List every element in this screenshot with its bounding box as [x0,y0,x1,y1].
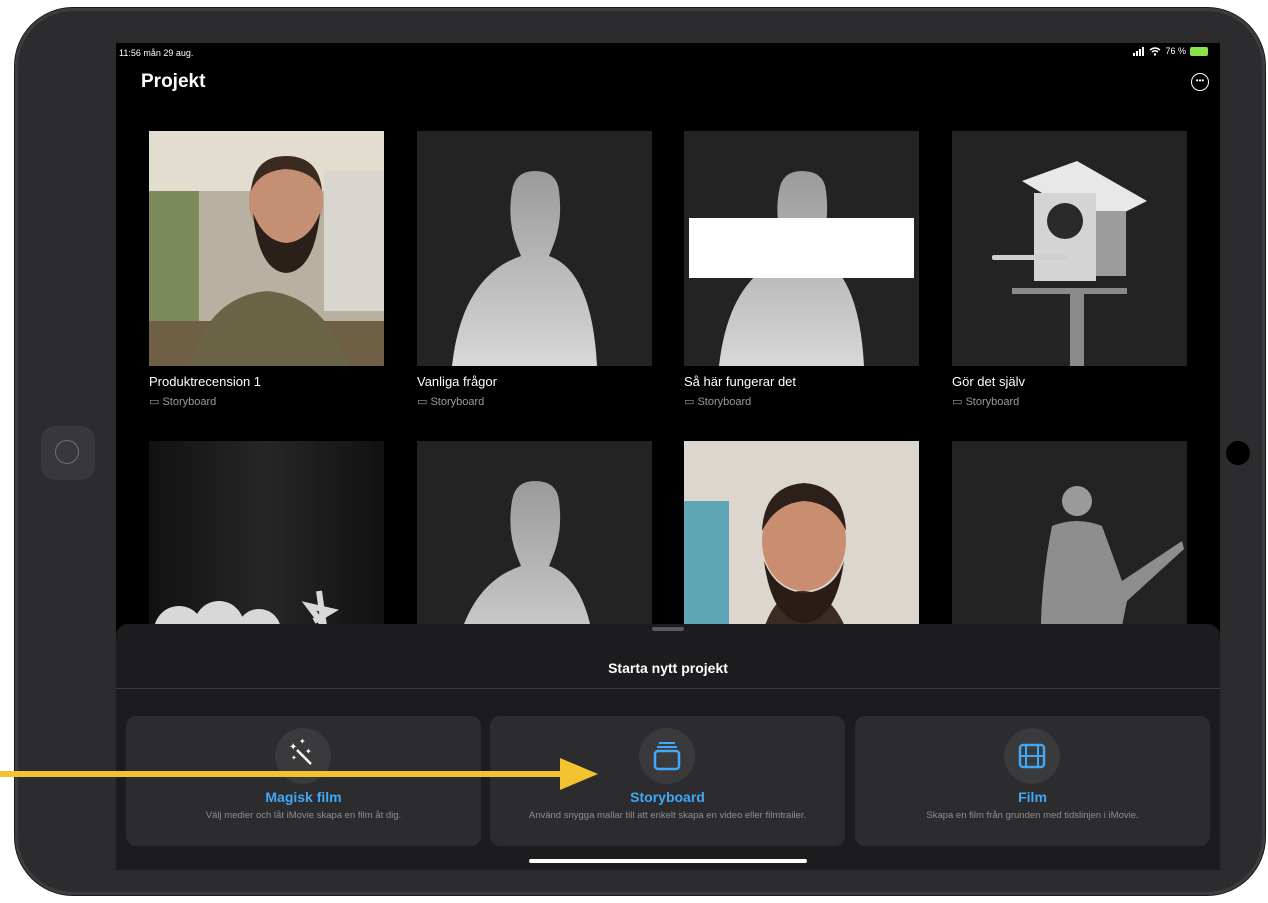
wifi-icon [1150,46,1161,56]
option-description: Välj medier och låt iMovie skapa en film… [205,810,402,821]
project-type: ▭ Storyboard [684,396,752,408]
project-type-label: Storyboard [162,396,217,408]
divider [116,688,1220,689]
home-indicator[interactable] [529,859,807,863]
sheet-title: Starta nytt projekt [608,660,728,676]
status-time: 11:56 mån 29 aug. [119,48,194,58]
project-title: Så här fungerar det [684,374,797,389]
project-title: Vanliga frågor [417,374,497,389]
project-thumbnail[interactable] [417,131,652,366]
option-name: Film [1018,789,1047,805]
silhouette-placeholder [417,131,652,366]
project-title: Produktrecension 1 [149,374,262,389]
battery-percent: 76 % [1165,46,1186,56]
annotation-arrow [0,758,598,790]
project-title: Gör det själv [952,374,1025,389]
page-title: Projekt [141,71,206,92]
film-option[interactable]: Film Skapa en film från grunden med tids… [855,716,1210,846]
camera [1226,441,1250,465]
home-button-ring [55,440,79,464]
sheet-grabber[interactable] [652,627,684,631]
project-type-label: Storyboard [965,396,1020,408]
new-project-sheet: Starta nytt projekt ✦ ✦ ✦ ✦ Magisk film Väl… [116,624,1220,870]
project-type: ▭ Storyboard [952,396,1020,408]
more-options-icon[interactable]: ••• [1191,73,1209,91]
battery-icon [1190,46,1208,56]
svg-text:✦: ✦ [289,742,297,753]
project-thumbnail[interactable] [952,131,1187,366]
silhouette-placeholder [684,131,919,366]
film-icon [1004,728,1060,784]
svg-text:✦: ✦ [299,737,306,746]
project-thumbnail[interactable] [149,131,384,366]
project-type-label: Storyboard [430,396,485,408]
project-type: ▭ Storyboard [149,396,217,408]
home-button[interactable] [41,426,95,480]
option-description: Använd snygga mallar till att enkelt ska… [528,810,807,821]
status-icons: 76 % [1133,46,1208,56]
birdhouse-illustration [952,131,1187,366]
option-description: Skapa en film från grunden med tidslinje… [926,810,1139,821]
person-photo [149,131,384,366]
project-type-label: Storyboard [697,396,752,408]
signal-icon [1133,46,1145,56]
storyboard-icon [639,728,695,784]
status-bar: 11:56 mån 29 aug. 76 % [116,43,1220,63]
project-type: ▭ Storyboard [417,396,485,408]
screen: 11:56 mån 29 aug. 76 % Projekt ••• Produ… [116,43,1220,870]
project-thumbnail[interactable] [684,131,919,366]
